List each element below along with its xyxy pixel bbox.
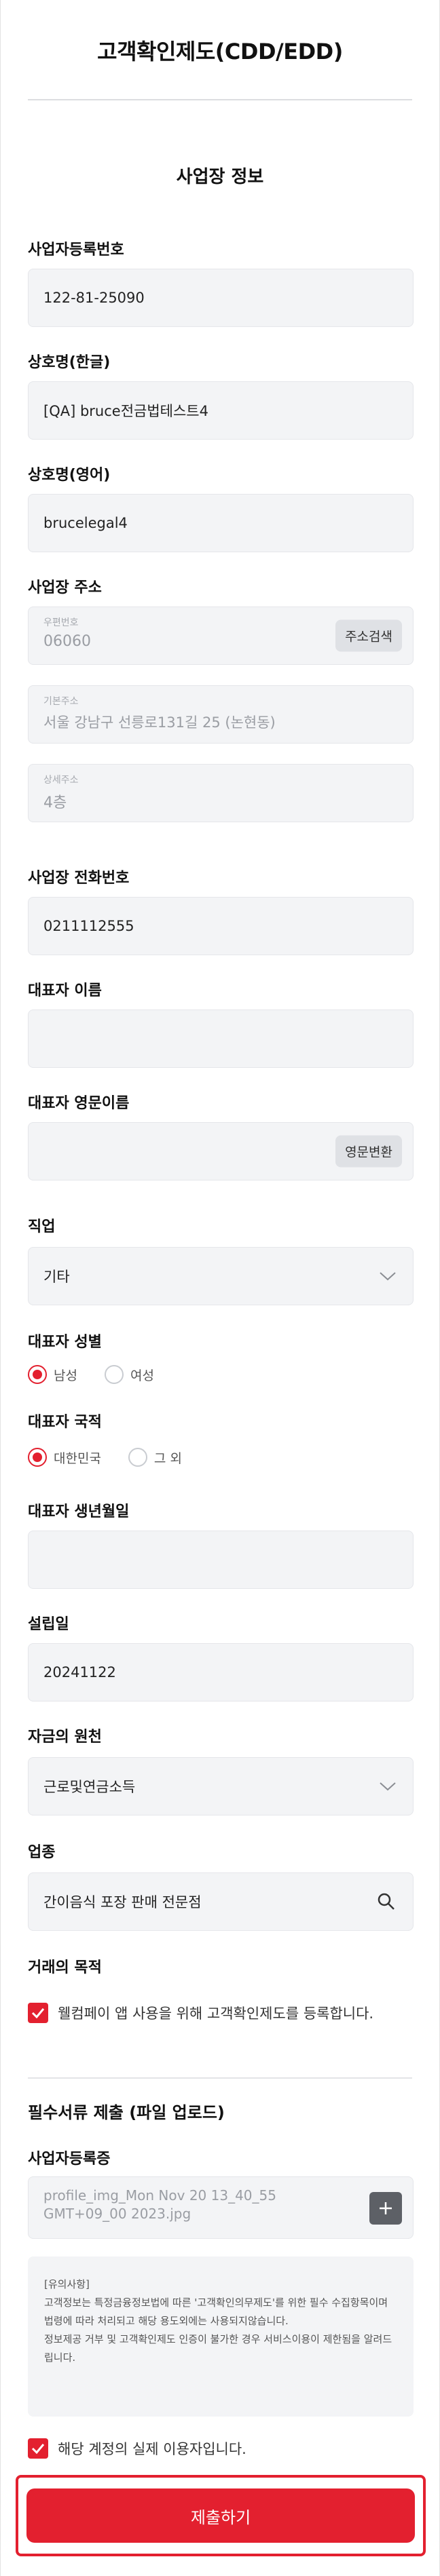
detail-address-value: 4층	[43, 794, 67, 811]
gender-female-radio[interactable]: 여성	[104, 1365, 154, 1384]
detail-address-label: 상세주소	[43, 775, 79, 786]
base-address-value: 서울 강남구 선릉로131길 25 (논현동)	[43, 714, 276, 731]
nationality-korea-radio[interactable]: 대한민국	[28, 1448, 101, 1467]
company-name-kr-field[interactable]: [QA] bruce전금법테스트4	[28, 381, 414, 440]
rep-name-label: 대표자 이름	[28, 982, 102, 999]
page-header: 고객확인제도(CDD/EDD)	[1, 0, 439, 100]
phone-value: 0211112555	[43, 918, 134, 934]
checkbox-checked-icon	[28, 2003, 48, 2023]
company-name-kr-value: [QA] bruce전금법테스트4	[43, 403, 208, 419]
company-name-en-label: 상호명(영어)	[28, 467, 111, 484]
company-name-en-field[interactable]: brucelegal4	[28, 494, 414, 552]
company-name-en-value: brucelegal4	[43, 515, 128, 531]
gender-male-label: 남성	[54, 1368, 77, 1383]
add-file-button[interactable]	[369, 2192, 402, 2225]
radio-unselected-icon	[104, 1365, 124, 1384]
fund-source-value: 근로및연금소득	[43, 1779, 136, 1795]
rep-birth-label: 대표자 생년월일	[28, 1503, 130, 1520]
gender-male-radio[interactable]: 남성	[28, 1365, 77, 1384]
business-reg-no-value: 122-81-25090	[43, 290, 145, 306]
base-address-field: 기본주소 서울 강남구 선릉로131길 25 (논현동)	[28, 685, 414, 744]
phone-field[interactable]: 0211112555	[28, 897, 414, 955]
job-value: 기타	[43, 1269, 70, 1285]
checkbox-checked-icon	[28, 2438, 48, 2459]
owner-confirm-check[interactable]: 해당 계정의 실제 이용자입니다.	[28, 2438, 246, 2460]
founded-value: 20241122	[43, 1664, 116, 1680]
founded-field[interactable]: 20241122	[28, 1643, 414, 1702]
nationality-other-label: 그 외	[153, 1450, 182, 1466]
convert-english-button[interactable]: 영문변환	[335, 1135, 402, 1168]
gender-female-label: 여성	[130, 1368, 154, 1383]
rep-gender-radio-group: 남성 여성	[28, 1365, 154, 1384]
purpose-label: 거래의 목적	[28, 1959, 102, 1976]
docs-title: 필수서류 제출 (파일 업로드)	[28, 2103, 225, 2122]
submit-button[interactable]: 제출하기	[26, 2488, 415, 2543]
header-divider	[28, 99, 412, 100]
page-title: 고객확인제도(CDD/EDD)	[97, 39, 343, 64]
chevron-down-icon	[380, 1272, 396, 1281]
company-name-kr-label: 상호명(한글)	[28, 354, 111, 371]
nationality-other-radio[interactable]: 그 외	[128, 1448, 182, 1467]
submit-highlight-frame: 제출하기	[16, 2475, 426, 2556]
detail-address-field[interactable]: 상세주소 4층	[28, 764, 414, 822]
notice-box: [유의사항] 고객정보는 특정금융정보법에 따른 '고객확인의무제도'를 위한 …	[28, 2256, 414, 2417]
radio-unselected-icon	[128, 1448, 147, 1467]
nationality-korea-label: 대한민국	[54, 1450, 101, 1466]
rep-name-field[interactable]	[28, 1010, 414, 1068]
rep-name-en-label: 대표자 영문이름	[28, 1095, 130, 1112]
job-select[interactable]: 기타	[28, 1247, 414, 1305]
zip-label: 우편번호	[43, 617, 79, 628]
notice-line-2: 정보제공 거부 및 고객확인제도 인증이 불가한 경우 서비스이용이 제한됨을 …	[44, 2333, 392, 2364]
zip-value: 06060	[43, 633, 91, 650]
purpose-check[interactable]: 웰컴페이 앱 사용을 위해 고객확인제도를 등록합니다.	[28, 2003, 414, 2024]
rep-nationality-label: 대표자 국적	[28, 1414, 102, 1431]
upload-file-name: profile_img_Mon Nov 20 13_40_55 GMT+09_0…	[43, 2187, 276, 2222]
plus-icon	[380, 2202, 392, 2214]
business-reg-no-label: 사업자등록번호	[28, 242, 124, 258]
chevron-down-icon	[380, 1782, 396, 1791]
job-label: 직업	[28, 1218, 56, 1235]
reg-cert-label: 사업자등록증	[28, 2151, 111, 2168]
owner-confirm-text: 해당 계정의 실제 이용자입니다.	[58, 2441, 246, 2457]
notice-heading: [유의사항]	[44, 2278, 90, 2290]
radio-selected-icon	[28, 1448, 47, 1467]
purpose-check-text: 웰컴페이 앱 사용을 위해 고객확인제도를 등록합니다.	[58, 2005, 374, 2022]
rep-gender-label: 대표자 성별	[28, 1334, 102, 1351]
section-divider	[28, 2077, 412, 2079]
address-label: 사업장 주소	[28, 579, 102, 596]
rep-name-en-field[interactable]: 영문변환	[28, 1122, 414, 1180]
fund-source-select[interactable]: 근로및연금소득	[28, 1757, 414, 1815]
rep-birth-field[interactable]	[28, 1531, 414, 1589]
industry-field[interactable]: 간이음식 포장 판매 전문점	[28, 1872, 414, 1931]
founded-label: 설립일	[28, 1616, 69, 1633]
address-search-button[interactable]: 주소검색	[335, 619, 402, 652]
section-title: 사업장 정보	[176, 167, 264, 187]
search-icon[interactable]	[376, 1891, 397, 1912]
industry-value: 간이음식 포장 판매 전문점	[43, 1894, 202, 1910]
zip-field: 우편번호 06060 주소검색	[28, 607, 414, 665]
industry-label: 업종	[28, 1844, 56, 1861]
base-address-label: 기본주소	[43, 696, 79, 707]
phone-label: 사업장 전화번호	[28, 870, 130, 887]
notice-line-1: 고객정보는 특정금융정보법에 따른 '고객확인의무제도'를 위한 필수 수집항목…	[44, 2296, 388, 2327]
rep-nationality-radio-group: 대한민국 그 외	[28, 1448, 182, 1467]
business-reg-no-field[interactable]: 122-81-25090	[28, 269, 414, 327]
cdd-form-page: 고객확인제도(CDD/EDD) 사업장 정보 사업자등록번호 122-81-25…	[0, 0, 440, 2576]
reg-cert-upload-field: profile_img_Mon Nov 20 13_40_55 GMT+09_0…	[28, 2176, 414, 2239]
fund-source-label: 자금의 원천	[28, 1729, 102, 1746]
radio-selected-icon	[28, 1365, 47, 1384]
